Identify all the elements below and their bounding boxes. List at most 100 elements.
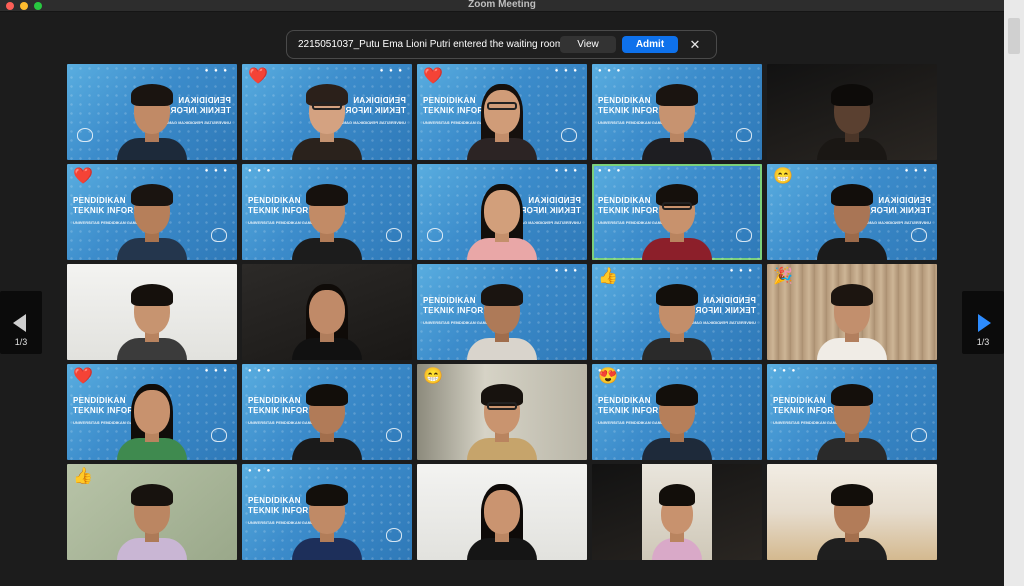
thumbs-up-reaction-icon: 👍	[598, 268, 618, 285]
grin-reaction-icon: 😁	[423, 368, 443, 385]
video-tile[interactable]: ● ● ● PENDIDIKAN TEKNIK INFORMATIKA UNIVER…	[242, 164, 412, 260]
video-tile[interactable]: ● ● ● PENDIDIKAN TEKNIK INFORMATIKA UNIVER…	[767, 364, 937, 460]
video-tile[interactable]: ● ● ● PENDIDIKAN TEKNIK INFORMATIKA UNIVER…	[242, 64, 412, 160]
participant-video	[282, 264, 372, 360]
participant-video	[632, 64, 722, 160]
thumbs-up-reaction-icon: 👍	[73, 468, 93, 485]
participant-video	[457, 64, 547, 160]
participant-video	[282, 464, 372, 560]
heart-reaction-icon: ❤️	[248, 68, 268, 85]
previous-page-button[interactable]: 1/3	[0, 291, 42, 354]
notification-message: 2215051037_Putu Ema Lioni Putri entered …	[298, 39, 564, 50]
participant-video	[282, 364, 372, 460]
logo-icons: ● ● ●	[554, 268, 579, 274]
logo-icons: ● ● ●	[248, 168, 273, 174]
active-speaker-tile[interactable]: ● ● ● PENDIDIKAN TEKNIK INFORMATIKA UNIVER…	[592, 164, 762, 260]
video-tile[interactable]: 🎉	[767, 264, 937, 360]
video-tile[interactable]: ● ● ● PENDIDIKAN TEKNIK INFORMATIKA UNIVER…	[417, 264, 587, 360]
brain-icon	[386, 428, 402, 442]
logo-icons: ● ● ●	[379, 68, 404, 74]
video-tile[interactable]: ● ● ● PENDIDIKAN TEKNIK INFORMATIKA UNIVER…	[242, 364, 412, 460]
brain-icon	[427, 228, 443, 242]
view-button[interactable]: View	[560, 36, 616, 53]
brain-icon	[736, 128, 752, 142]
participant-video	[107, 164, 197, 260]
brain-icon	[911, 228, 927, 242]
brain-icon	[561, 128, 577, 142]
admit-button[interactable]: Admit	[622, 36, 678, 53]
participant-video	[807, 364, 897, 460]
video-tile[interactable]: ● ● ● PENDIDIKAN TEKNIK INFORMATIKA UNIVER…	[67, 164, 237, 260]
party-reaction-icon: 🎉	[773, 268, 793, 285]
video-tile[interactable]: ● ● ● PENDIDIKAN TEKNIK INFORMATIKA UNIVER…	[417, 164, 587, 260]
participant-video	[457, 464, 547, 560]
video-tile[interactable]: ● ● ● PENDIDIKAN TEKNIK INFORMATIKA UNIVER…	[242, 464, 412, 560]
participant-video	[457, 364, 547, 460]
participant-video	[807, 164, 897, 260]
logo-icons: ● ● ●	[248, 468, 273, 474]
video-tile[interactable]: ● ● ● PENDIDIKAN TEKNIK INFORMATIKA UNIVER…	[592, 364, 762, 460]
participant-video	[807, 464, 897, 560]
page-indicator: 1/3	[976, 337, 990, 347]
brain-icon	[911, 428, 927, 442]
video-tile[interactable]: ● ● ● PENDIDIKAN TEKNIK INFORMATIKA UNIVER…	[592, 264, 762, 360]
logo-icons: ● ● ●	[204, 368, 229, 374]
participant-video	[107, 364, 197, 460]
participant-video	[807, 64, 897, 160]
logo-icons: ● ● ●	[729, 268, 754, 274]
logo-icons: ● ● ●	[554, 168, 579, 174]
video-tile[interactable]: ● ● ● PENDIDIKAN TEKNIK INFORMATIKA UNIVER…	[767, 164, 937, 260]
video-tile[interactable]: 👍	[67, 464, 237, 560]
logo-icons: ● ● ●	[204, 68, 229, 74]
video-tile[interactable]	[417, 464, 587, 560]
chevron-left-icon	[13, 314, 26, 332]
video-tile[interactable]	[767, 464, 937, 560]
video-tile[interactable]: ● ● ● PENDIDIKAN TEKNIK INFORMATIKA UNIVER…	[67, 364, 237, 460]
logo-icons: ● ● ●	[204, 168, 229, 174]
participant-video	[807, 264, 897, 360]
background-window-edge	[1004, 0, 1024, 586]
next-page-button[interactable]: 1/3	[962, 291, 1004, 354]
participant-video	[632, 164, 722, 260]
participant-video	[107, 464, 197, 560]
logo-icons: ● ● ●	[598, 68, 623, 74]
logo-icons: ● ● ●	[904, 168, 929, 174]
logo-icons: ● ● ●	[554, 68, 579, 74]
heart-reaction-icon: ❤️	[423, 68, 443, 85]
window-titlebar: Zoom Meeting	[0, 0, 1004, 12]
logo-icons: ● ● ●	[598, 168, 623, 174]
grin-reaction-icon: 😁	[773, 168, 793, 185]
brain-icon	[386, 228, 402, 242]
participant-video	[282, 164, 372, 260]
participant-video	[107, 64, 197, 160]
brain-icon	[386, 528, 402, 542]
participant-video	[632, 264, 722, 360]
brain-icon	[211, 228, 227, 242]
video-tile[interactable]: 😁	[417, 364, 587, 460]
gallery-view: ● ● ● PENDIDIKAN TEKNIK INFORMATIKA UNIVER…	[0, 12, 1004, 586]
brain-icon	[211, 428, 227, 442]
participant-video	[107, 264, 197, 360]
video-tile[interactable]	[592, 464, 762, 560]
video-tile[interactable]: ● ● ● PENDIDIKAN TEKNIK INFORMATIKA UNIVER…	[592, 64, 762, 160]
video-tile[interactable]	[67, 264, 237, 360]
chevron-right-icon	[978, 314, 991, 332]
brain-icon	[77, 128, 93, 142]
close-icon[interactable]: ✕	[686, 36, 704, 53]
participant-video	[457, 164, 547, 260]
heart-reaction-icon: ❤️	[73, 168, 93, 185]
logo-icons: ● ● ●	[773, 368, 798, 374]
video-tile[interactable]	[242, 264, 412, 360]
video-tile[interactable]: ● ● ● PENDIDIKAN TEKNIK INFORMATIKA UNIVER…	[67, 64, 237, 160]
video-tile[interactable]: ● ● ● PENDIDIKAN TEKNIK INFORMATIKA UNIVER…	[417, 64, 587, 160]
participant-video	[282, 64, 372, 160]
brain-icon	[736, 228, 752, 242]
heart-reaction-icon: ❤️	[73, 368, 93, 385]
page-indicator: 1/3	[14, 337, 28, 347]
participant-video	[647, 464, 707, 560]
video-tile[interactable]	[767, 64, 937, 160]
logo-icons: ● ● ●	[248, 368, 273, 374]
heart-eyes-reaction-icon: 😍	[598, 368, 618, 385]
window-title: Zoom Meeting	[468, 0, 536, 10]
participant-video	[632, 364, 722, 460]
